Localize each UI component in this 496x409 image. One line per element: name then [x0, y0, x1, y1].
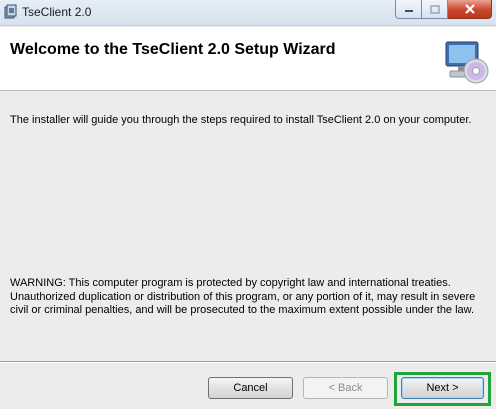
next-button[interactable]: Next >	[401, 377, 484, 399]
copyright-warning: WARNING: This computer program is protec…	[10, 277, 476, 316]
minimize-button[interactable]	[395, 0, 422, 19]
intro-text: The installer will guide you through the…	[10, 114, 472, 126]
close-button[interactable]	[448, 0, 492, 19]
footer-divider	[0, 361, 496, 363]
maximize-button[interactable]	[422, 0, 448, 19]
setup-wizard-window: TseClient 2.0 Welcome to the TseClient 2…	[0, 0, 496, 409]
title-bar[interactable]: TseClient 2.0	[0, 0, 496, 26]
window-title: TseClient 2.0	[22, 5, 92, 19]
cancel-button[interactable]: Cancel	[208, 377, 293, 399]
minimize-icon	[404, 10, 413, 12]
computer-cd-icon	[445, 41, 489, 84]
wizard-banner: Welcome to the TseClient 2.0 Setup Wizar…	[0, 27, 496, 91]
close-icon	[464, 4, 475, 14]
page-title: Welcome to the TseClient 2.0 Setup Wizar…	[10, 41, 336, 58]
window-controls	[395, 0, 492, 19]
maximize-icon	[429, 4, 440, 14]
installer-app-icon	[4, 4, 17, 19]
back-button[interactable]: < Back	[303, 377, 388, 399]
